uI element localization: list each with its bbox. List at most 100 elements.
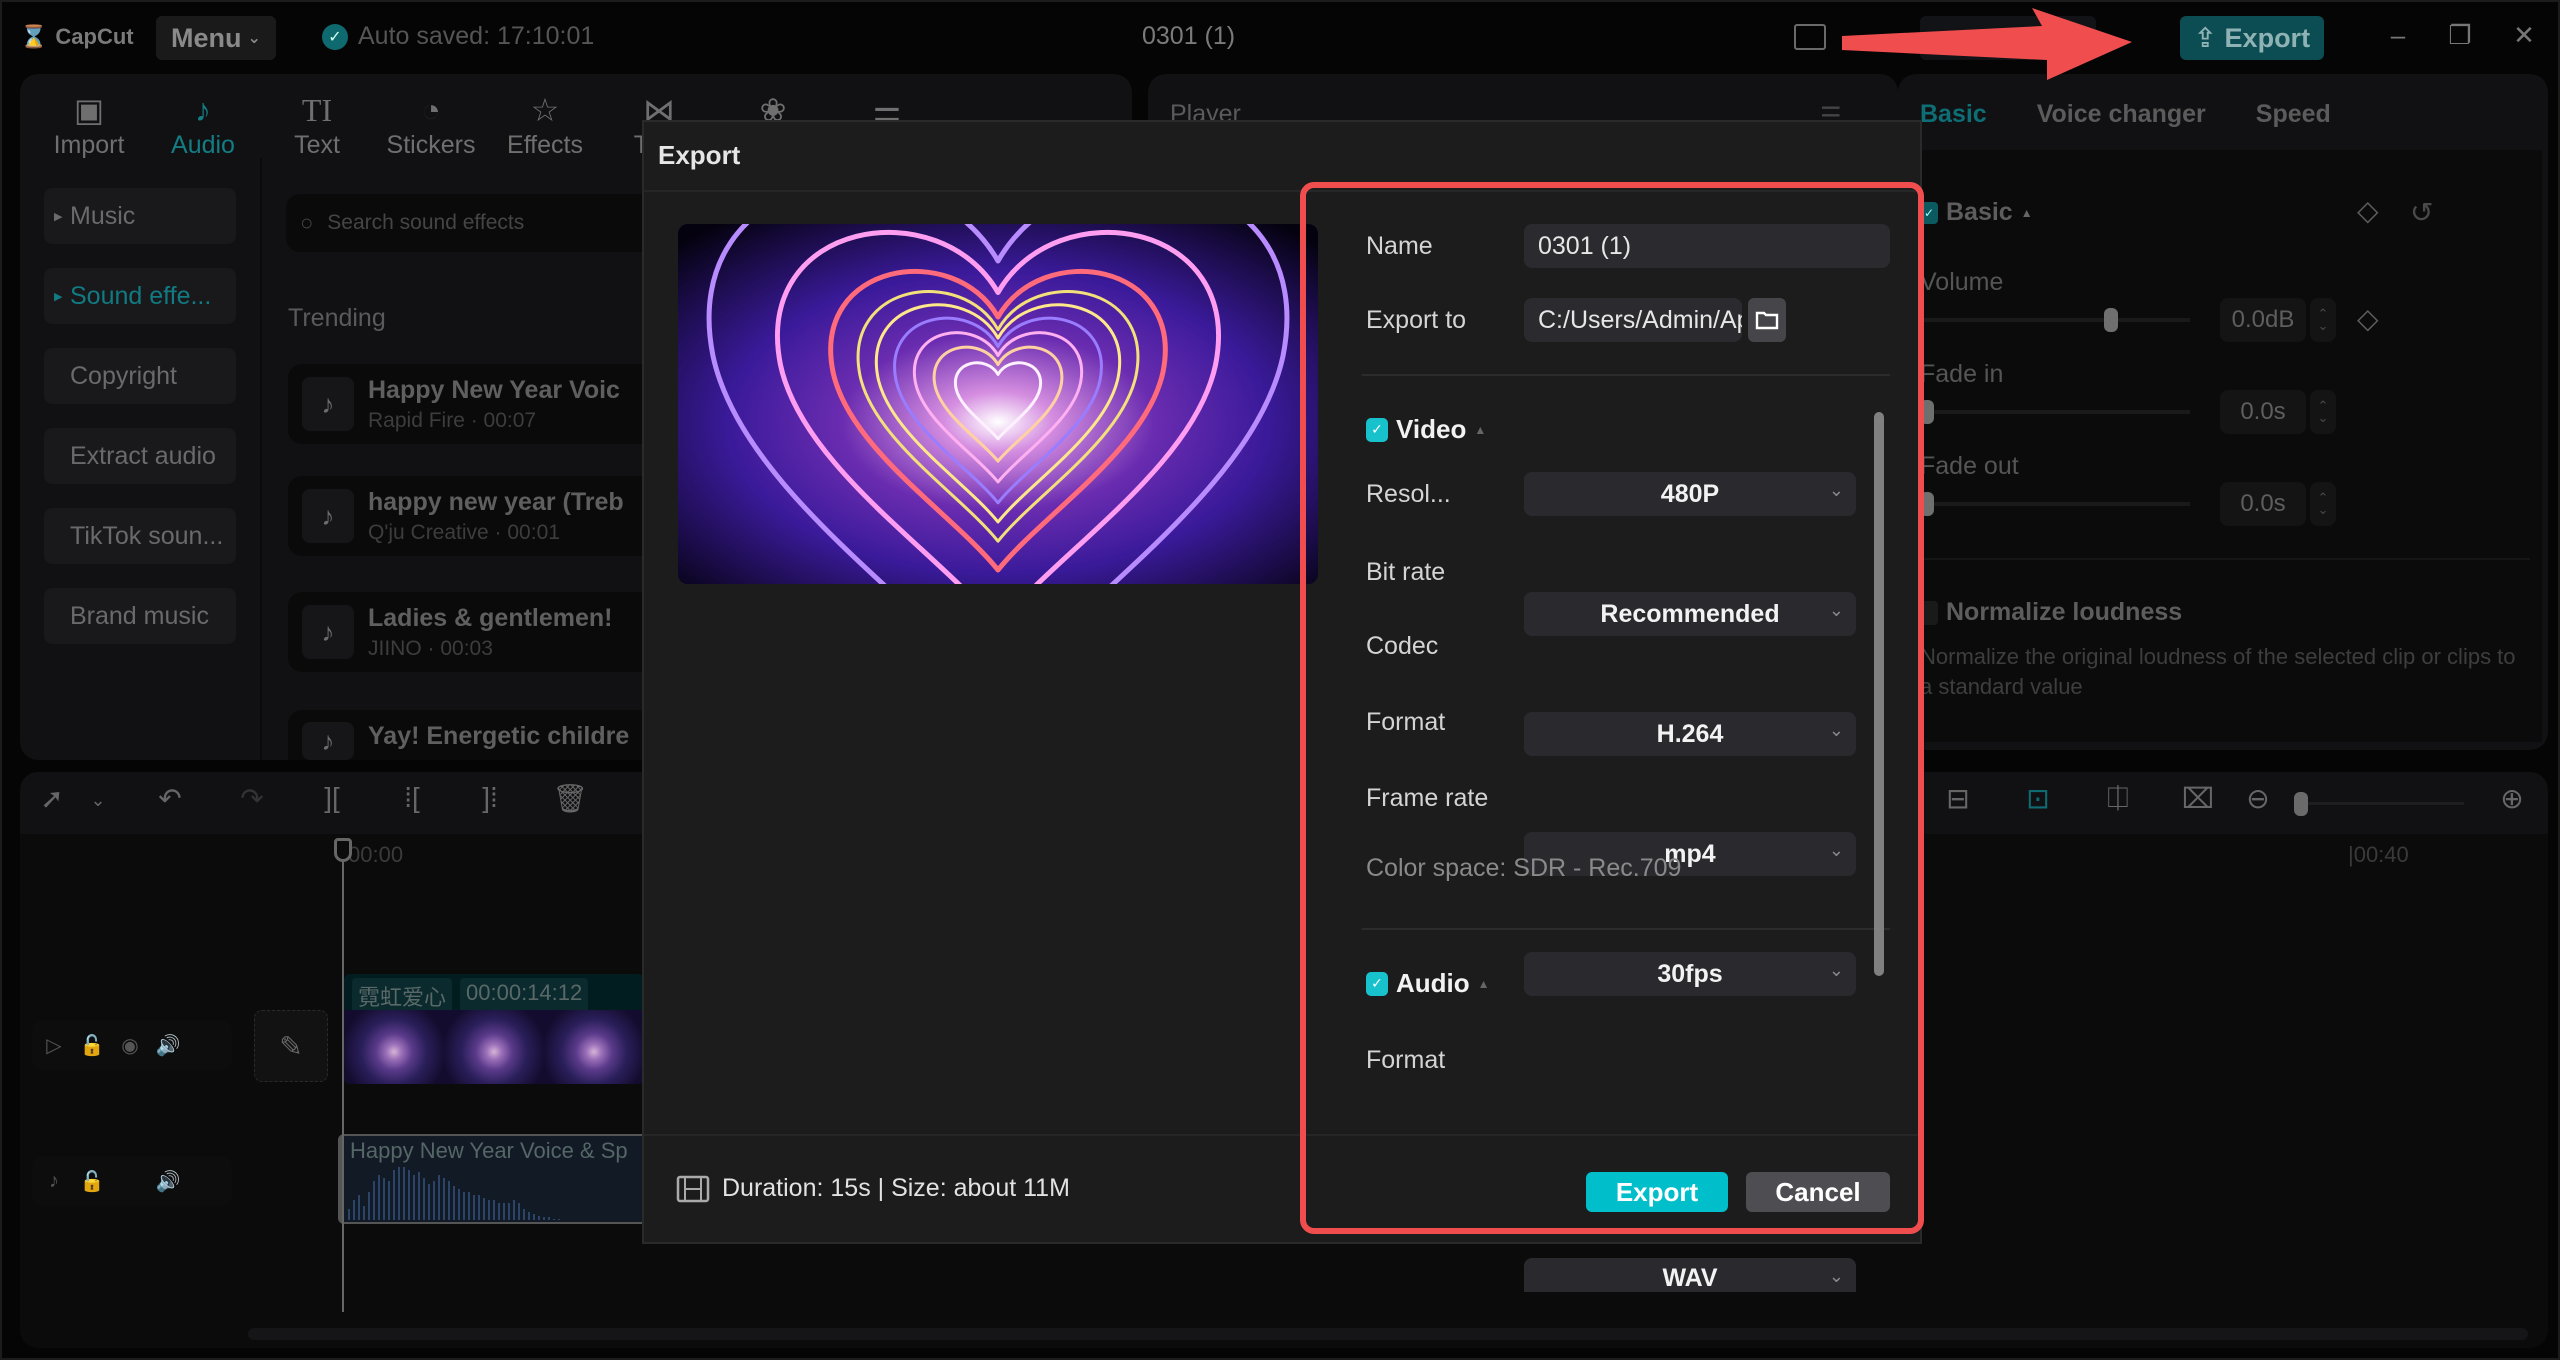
zoom-out-icon[interactable]: ⊖ [2238, 782, 2278, 815]
lock-icon[interactable]: 🔓 [80, 1033, 105, 1057]
playhead-line[interactable] [342, 840, 344, 1312]
chevron-down-icon: ⌄ [247, 30, 261, 47]
waveform-bar [523, 1208, 525, 1220]
zoom-slider-thumb[interactable] [2294, 792, 2308, 816]
audio-format-select[interactable]: WAV ⌄ [1524, 1258, 1856, 1292]
waveform-bar [463, 1192, 465, 1220]
reset-icon[interactable]: ↺ [2410, 196, 2433, 229]
speaker-icon[interactable]: 🔊 [156, 1169, 181, 1193]
video-clip[interactable]: 霓虹爱心 00:00:14:12 [344, 974, 644, 1084]
keyframe-icon[interactable]: ◇ [2357, 194, 2379, 227]
waveform-bar [348, 1208, 350, 1220]
video-thumbnail [344, 1010, 444, 1084]
chevron-down-icon[interactable]: ⌄ [78, 790, 118, 811]
category-brand-music[interactable]: Brand music [44, 588, 236, 644]
sound-effect-item[interactable]: ♪ happy new year (Treb Q'ju Creative · 00… [288, 476, 668, 556]
top-export-button[interactable]: ⇪ Export [2180, 16, 2324, 60]
fade-in-slider[interactable] [1920, 400, 2190, 424]
audio-clip[interactable]: Happy New Year Voice & Sp [338, 1134, 644, 1224]
fade-out-stepper[interactable]: ⌃ ⌄ [2310, 482, 2336, 526]
properties-tabs: Basic Voice changer Speed [1920, 100, 2331, 129]
close-button[interactable]: ✕ [2504, 20, 2544, 51]
sound-effect-item[interactable]: ♪ Yay! Energetic childre [288, 710, 668, 760]
auto-snap-icon[interactable]: ⊟ [1938, 782, 1978, 815]
split-left-icon[interactable]: ⁞[ [392, 782, 432, 814]
category-sound-effects[interactable]: ▶ Sound effe... [44, 268, 236, 324]
waveform-bar [468, 1192, 470, 1220]
waveform-bar [453, 1186, 455, 1220]
waveform-bar [488, 1200, 490, 1220]
waveform-bar [413, 1175, 415, 1220]
zoom-slider[interactable] [2294, 792, 2464, 816]
normalize-header[interactable]: Normalize loudness [1920, 598, 2182, 627]
redo-icon[interactable]: ↷ [232, 782, 272, 815]
layout-icon[interactable] [1794, 24, 1826, 50]
sound-effect-item[interactable]: ♪ Ladies & gentlemen! JIINO · 00:03 [288, 592, 668, 672]
basic-section-header[interactable]: ✓ Basic ▲ [1920, 198, 2033, 227]
waveform-bar [513, 1200, 515, 1220]
search-input[interactable]: ○ Search sound effects [286, 194, 686, 252]
volume-value[interactable]: 0.0dB [2220, 298, 2306, 342]
autosave-status: ✓ Auto saved: 17:10:01 [322, 22, 594, 51]
red-arrow-annotation [1842, 8, 2132, 80]
ruler-zoom-icon[interactable]: ⌧ [2178, 782, 2218, 815]
tab-voice-changer[interactable]: Voice changer [2037, 100, 2206, 129]
playhead-handle[interactable] [334, 838, 352, 862]
timeline-scrollbar[interactable] [248, 1328, 2528, 1340]
split-icon[interactable]: ][ [312, 782, 352, 814]
sound-effect-item[interactable]: ♪ Happy New Year Voic Rapid Fire · 00:07 [288, 364, 668, 444]
category-tiktok-sounds[interactable]: TikTok soun... [44, 508, 236, 564]
undo-icon[interactable]: ↶ [150, 782, 190, 815]
fade-in-stepper[interactable]: ⌃ ⌄ [2310, 390, 2336, 434]
split-right-icon[interactable]: ]⁞ [470, 782, 510, 814]
menu-button[interactable]: Menu ⌄ [156, 16, 276, 60]
category-label: TikTok soun... [70, 521, 224, 550]
select-tool-icon[interactable]: ➚ [32, 782, 72, 815]
waveform-bar [408, 1169, 410, 1220]
cover-edit-button[interactable]: ✎ [254, 1010, 328, 1082]
waveform-bar [443, 1178, 445, 1220]
tab-effects[interactable]: ☆ Effects [488, 80, 602, 160]
restore-button[interactable]: ❐ [2440, 20, 2480, 51]
zoom-in-icon[interactable]: ⊕ [2492, 782, 2532, 815]
eye-icon[interactable]: ◉ [118, 1033, 142, 1057]
speaker-icon[interactable]: 🔊 [156, 1033, 181, 1057]
waveform-bar [543, 1217, 545, 1220]
category-music[interactable]: ▶ Music [44, 188, 236, 244]
volume-slider[interactable] [1920, 308, 2190, 332]
minimize-button[interactable]: – [2378, 20, 2418, 51]
check-circle-icon: ✓ [322, 23, 348, 50]
split-view-icon[interactable]: ⎅ [2098, 782, 2138, 815]
ruler-start: 00:00 [348, 842, 404, 867]
music-note-icon: ♪ [302, 605, 354, 659]
lock-icon[interactable]: 🔓 [80, 1169, 105, 1193]
chevron-down-icon: ⌄ [1828, 1266, 1844, 1286]
capcut-logo: ⌛ CapCut [20, 22, 134, 52]
category-label: Sound effe... [70, 281, 212, 310]
volume-stepper[interactable]: ⌃ ⌄ [2310, 298, 2336, 342]
category-extract-audio[interactable]: Extract audio [44, 428, 236, 484]
section-divider [1920, 558, 2530, 560]
tab-stickers[interactable]: ◔ Stickers [374, 80, 488, 160]
tab-basic[interactable]: Basic [1920, 100, 1987, 129]
fade-out-slider[interactable] [1920, 492, 2190, 516]
volume-slider-thumb[interactable] [2104, 308, 2119, 332]
category-copyright[interactable]: Copyright [44, 348, 236, 404]
link-icon[interactable]: ⊡ [2018, 782, 2058, 815]
video-clip-header: 霓虹爱心 00:00:14:12 [352, 978, 589, 1014]
volume-keyframe-icon[interactable]: ◇ [2357, 302, 2379, 335]
tab-audio[interactable]: ♪ Audio [146, 80, 260, 160]
text-icon: TI [301, 92, 333, 128]
tab-speed[interactable]: Speed [2256, 100, 2331, 129]
waveform-bar [388, 1180, 390, 1220]
tab-import[interactable]: ▣ Import [32, 80, 146, 160]
delete-icon[interactable]: 🗑 [550, 782, 590, 815]
fade-in-value[interactable]: 0.0s [2220, 390, 2306, 434]
tab-text[interactable]: TI Text [260, 80, 374, 160]
fade-out-value[interactable]: 0.0s [2220, 482, 2306, 526]
waveform-bar [518, 1203, 520, 1220]
duration-size-info: Duration: 15s | Size: about 11M [676, 1174, 1070, 1203]
waveform-bar [418, 1172, 420, 1220]
sound-title: happy new year (Treb [368, 487, 624, 516]
